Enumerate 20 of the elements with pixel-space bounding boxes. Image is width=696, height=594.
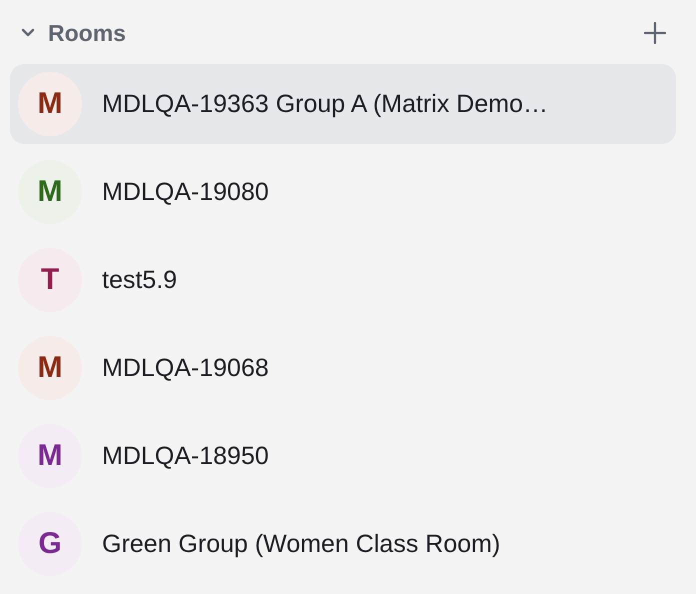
- room-avatar: M: [18, 160, 82, 224]
- room-name: test5.9: [102, 266, 178, 294]
- room-item[interactable]: M MDLQA-19068: [10, 328, 676, 408]
- room-avatar: M: [18, 424, 82, 488]
- room-avatar: M: [18, 72, 82, 136]
- room-name: MDLQA-19363 Group A (Matrix Demo…: [102, 90, 548, 118]
- room-name: MDLQA-18950: [102, 442, 269, 470]
- section-toggle[interactable]: Rooms: [20, 20, 126, 46]
- room-item[interactable]: M MDLQA-19080: [10, 152, 676, 232]
- room-name: MDLQA-19068: [102, 354, 269, 382]
- room-avatar: T: [18, 248, 82, 312]
- room-avatar: M: [18, 336, 82, 400]
- room-item[interactable]: G Green Group (Women Class Room): [10, 504, 676, 584]
- add-icon[interactable]: [644, 22, 666, 44]
- room-item[interactable]: T test5.9: [10, 240, 676, 320]
- room-name: MDLQA-19080: [102, 178, 269, 206]
- room-avatar: G: [18, 512, 82, 576]
- room-item[interactable]: M MDLQA-18950: [10, 416, 676, 496]
- room-item[interactable]: M MDLQA-19363 Group A (Matrix Demo…: [10, 64, 676, 144]
- room-name: Green Group (Women Class Room): [102, 530, 500, 558]
